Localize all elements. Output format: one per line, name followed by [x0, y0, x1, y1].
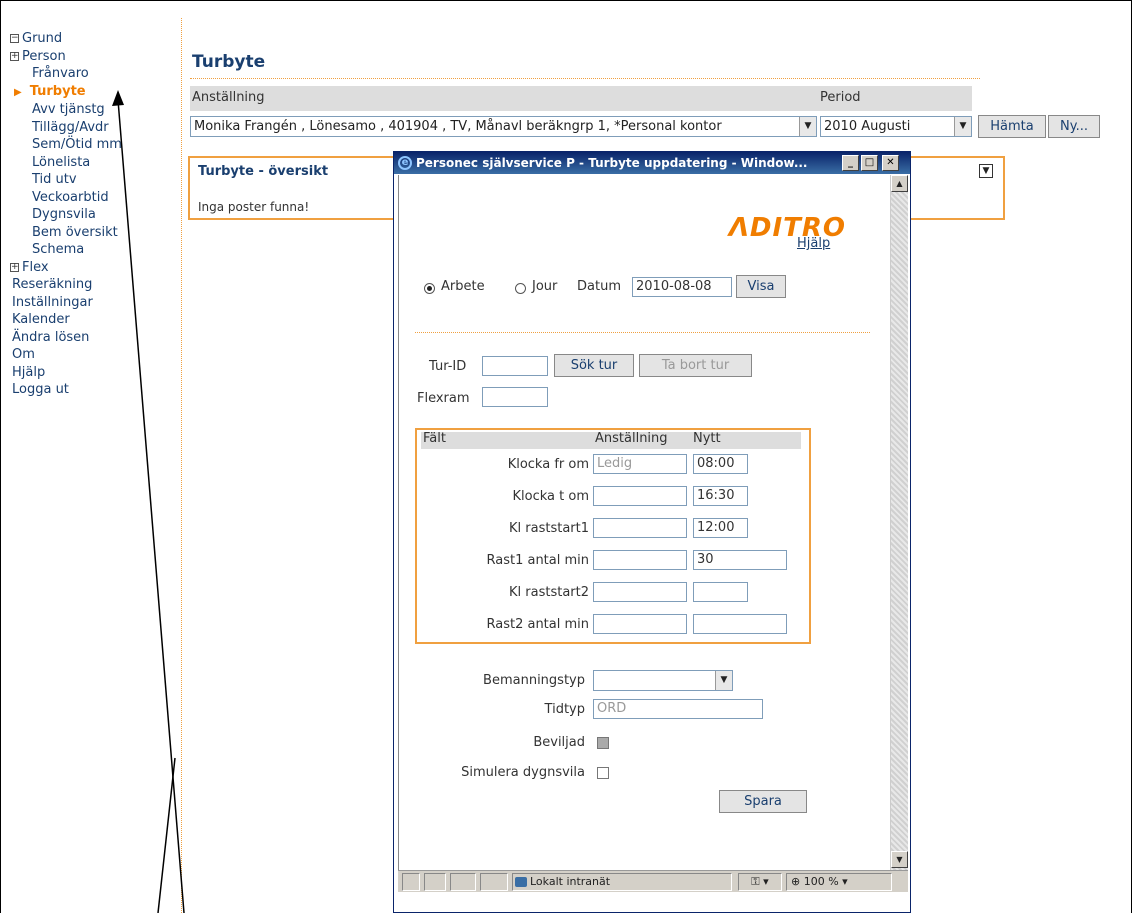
- annotation-arrow: [112, 90, 185, 913]
